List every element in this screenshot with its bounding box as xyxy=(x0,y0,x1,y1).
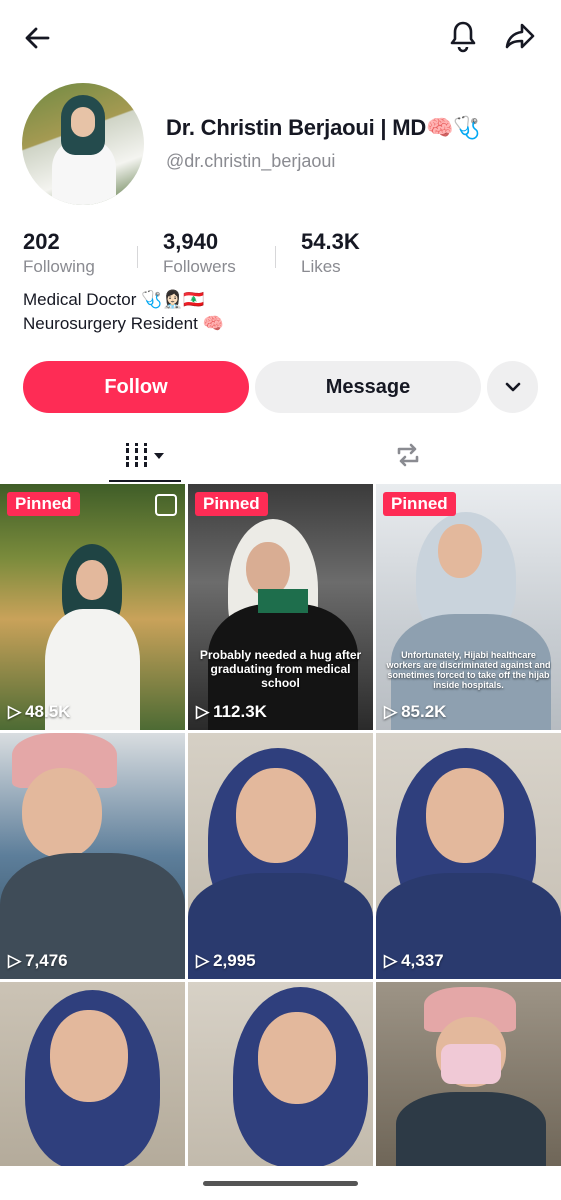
view-count: ▷ 2,995 xyxy=(196,951,256,970)
play-icon: ▷ xyxy=(384,702,398,721)
home-indicator xyxy=(203,1181,358,1186)
play-icon: ▷ xyxy=(384,951,398,970)
more-options-button[interactable] xyxy=(487,361,538,413)
video-tile[interactable]: Pinned Probably needed a hug after gradu… xyxy=(188,484,373,730)
video-tile[interactable]: ▷ 7,476 xyxy=(0,733,185,979)
pinned-badge: Pinned xyxy=(383,492,456,516)
bio-line-2: Neurosurgery Resident 🧠 xyxy=(23,314,224,333)
likes-count: 54.3K xyxy=(301,229,360,254)
play-icon: ▷ xyxy=(196,702,210,721)
view-count: ▷ 4,337 xyxy=(384,951,444,970)
stat-followers[interactable]: 3,940 Followers xyxy=(163,229,236,277)
notifications-button[interactable] xyxy=(443,16,483,56)
pinned-badge: Pinned xyxy=(7,492,80,516)
bell-icon xyxy=(450,21,476,53)
videos-grid-icon xyxy=(123,443,164,467)
likes-label: Likes xyxy=(301,257,341,276)
view-count: ▷ 112.3K xyxy=(196,702,267,721)
multi-photo-icon xyxy=(155,494,177,516)
follow-button[interactable]: Follow xyxy=(23,361,249,413)
stat-following[interactable]: 202 Following xyxy=(23,229,95,277)
following-label: Following xyxy=(23,257,95,276)
video-tile[interactable]: ▷ 2,995 xyxy=(188,733,373,979)
pinned-badge: Pinned xyxy=(195,492,268,516)
video-tile[interactable]: Pinned Unfortunately, Hijabi healthcare … xyxy=(376,484,561,730)
share-arrow-icon xyxy=(505,23,535,49)
stat-divider xyxy=(275,246,276,268)
tab-indicator xyxy=(109,480,181,482)
play-icon: ▷ xyxy=(8,951,22,970)
view-count: ▷ 85.2K xyxy=(384,702,447,721)
back-button[interactable] xyxy=(18,18,58,58)
stat-divider xyxy=(137,246,138,268)
followers-count: 3,940 xyxy=(163,229,219,254)
play-icon: ▷ xyxy=(8,702,22,721)
video-tile[interactable]: ▷ 4,337 xyxy=(376,733,561,979)
repost-icon xyxy=(397,443,419,467)
view-count: ▷ 48.5K xyxy=(8,702,71,721)
video-caption: Unfortunately, Hijabi healthcare workers… xyxy=(386,650,551,690)
play-icon: ▷ xyxy=(196,951,210,970)
video-tile[interactable] xyxy=(376,982,561,1166)
tab-reposts[interactable] xyxy=(372,435,444,475)
video-caption: Probably needed a hug after graduating f… xyxy=(199,648,362,690)
avatar[interactable] xyxy=(22,83,144,205)
followers-label: Followers xyxy=(163,257,236,276)
chevron-down-icon xyxy=(505,382,520,392)
video-tile[interactable]: Pinned ▷ 48.5K xyxy=(0,484,185,730)
share-button[interactable] xyxy=(500,16,540,56)
video-tile[interactable] xyxy=(188,982,373,1166)
video-tile[interactable] xyxy=(0,982,185,1166)
stat-likes[interactable]: 54.3K Likes xyxy=(301,229,360,277)
following-count: 202 xyxy=(23,229,60,254)
view-count: ▷ 7,476 xyxy=(8,951,68,970)
arrow-left-icon xyxy=(25,27,50,49)
tab-videos[interactable] xyxy=(109,435,181,475)
display-name: Dr. Christin Berjaoui | MD🧠🩺 xyxy=(166,115,481,140)
message-button[interactable]: Message xyxy=(255,361,481,413)
bio-line-1: Medical Doctor 🩺👩🏻‍⚕️🇱🇧 xyxy=(23,290,205,309)
username: @dr.christin_berjaoui xyxy=(166,151,336,171)
